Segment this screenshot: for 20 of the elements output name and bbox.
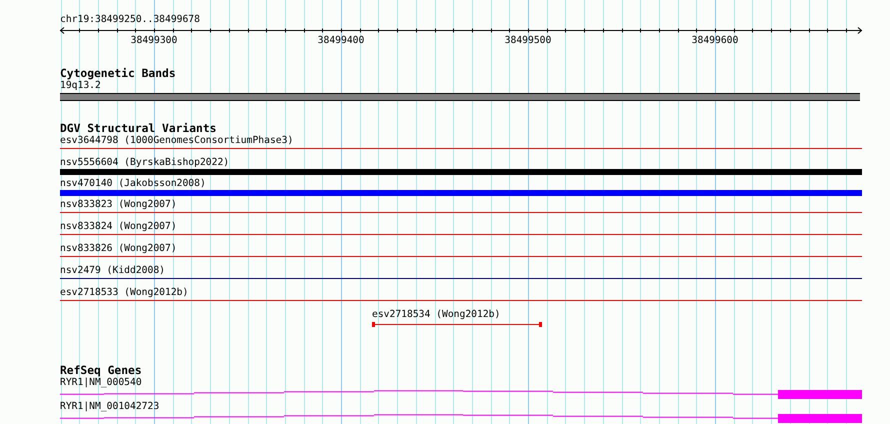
gene-label: RYR1|NM_001042723 (60, 401, 160, 413)
location-label: chr19:38499250..38499678 (60, 13, 200, 26)
ruler-tick-label: 38499500 (504, 35, 552, 47)
variant-label: esv2718533 (Wong2012b) (60, 287, 188, 299)
track-title: DGV Structural Variants (60, 123, 216, 135)
variant-label: nsv833823 (Wong2007) (60, 199, 177, 211)
variant-label: nsv470140 (Jakobsson2008) (60, 178, 206, 190)
ruler-tick-label: 38499400 (318, 35, 364, 47)
variant-label: nsv833824 (Wong2007) (60, 221, 177, 233)
ruler-tick-label: 38499600 (692, 35, 738, 47)
ruler-tick-label: 38499300 (130, 35, 178, 47)
gene-label: RYR1|NM_000540 (60, 377, 142, 389)
variant-label: esv2718534 (Wong2012b) (372, 309, 500, 321)
track-title: Cytogenetic Bands (60, 68, 176, 80)
variant-label: nsv5556604 (ByrskaBishop2022) (60, 157, 230, 169)
variant-label: nsv833826 (Wong2007) (60, 243, 177, 255)
track-title: RefSeq Genes (60, 365, 142, 377)
variant-label: esv3644798 (1000GenomesConsortiumPhase3) (60, 135, 294, 147)
band-label: 19q13.2 (60, 80, 101, 92)
variant-label: nsv2479 (Kidd2008) (60, 265, 165, 277)
